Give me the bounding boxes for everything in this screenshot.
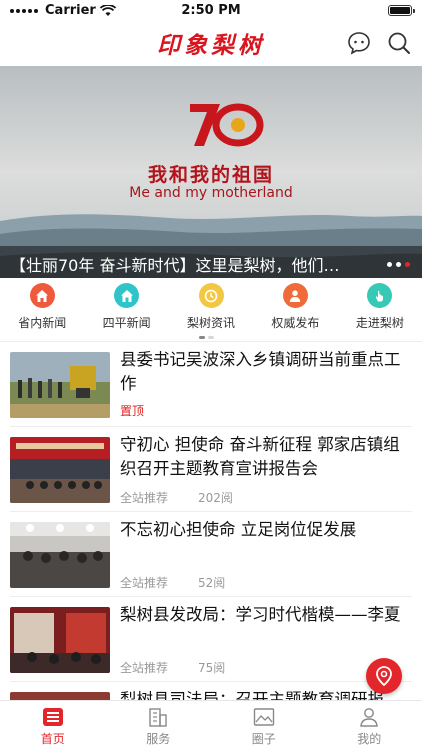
tab-home[interactable]: 首页 [0,701,106,750]
anniversary-emblem [190,103,264,147]
category-item-explore-lishu[interactable]: 走进梨树 [338,278,422,342]
banner-dot[interactable] [387,262,392,267]
recommend-tag: 全站推荐 [120,491,169,505]
news-title: 梨树县发改局：学习时代楷模——李夏 [120,605,401,624]
category-label: 四平新闻 [102,316,151,330]
view-count: 52阅 [198,576,226,590]
banner-caption[interactable]: 【壮丽70年 奋斗新时代】这里是梨树，他们… [10,252,365,276]
location-pin-icon [376,666,392,686]
location-button[interactable] [366,658,402,694]
banner-dots [387,262,410,267]
news-meta: 置顶 [120,402,144,419]
category-label: 省内新闻 [18,316,67,330]
tab-label: 我的 [357,732,382,746]
tab-label: 首页 [40,732,65,746]
category-item-lishu-info[interactable]: 梨树资讯 [169,278,253,342]
news-meta: 全站推荐 202阅 [120,489,233,506]
news-item[interactable]: 梨树县发改局：学习时代楷模——李夏 全站推荐 75阅 [0,597,422,682]
category-item-siping-news[interactable]: 四平新闻 [84,278,168,342]
category-nav: 省内新闻 四平新闻 梨树资讯 权威发布 走进梨树 [0,278,422,342]
news-meta: 全站推荐 75阅 [120,659,225,676]
person-icon [282,283,308,308]
view-count: 75阅 [198,661,226,675]
category-label: 权威发布 [271,316,320,330]
home-icon [29,283,55,308]
picture-icon [253,708,274,726]
tab-label: 服务 [146,732,171,746]
banner-dot[interactable] [396,262,401,267]
pinned-tag: 置顶 [120,404,145,418]
news-thumbnail [10,607,110,673]
news-meta: 全站推荐 52阅 [120,574,225,591]
news-item[interactable]: 县委书记吴波深入乡镇调研当前重点工作 置顶 [0,342,422,427]
tab-circle[interactable]: 圈子 [211,701,317,750]
chat-icon[interactable] [346,30,372,56]
recommend-tag: 全站推荐 [120,661,169,675]
home-list-icon [42,708,63,726]
category-page-indicator [199,336,214,339]
view-count: 202阅 [198,491,233,505]
news-title: 县委书记吴波深入乡镇调研当前重点工作 [120,350,401,393]
category-label: 梨树资讯 [187,316,236,330]
hand-icon [367,283,393,308]
bottom-tab-bar: 首页 服务 圈子 我的 [0,700,422,750]
news-item[interactable]: 不忘初心担使命 立足岗位促发展 全站推荐 52阅 [0,512,422,597]
news-thumbnail [10,352,110,418]
app-header: 印象梨树 [0,22,422,64]
app-screen: Carrier 2:50 PM 印象梨树 我和我的祖国 Me and my mo… [0,0,422,750]
banner-slogan-en: Me and my motherland [129,185,293,201]
tab-services[interactable]: 服务 [106,701,212,750]
news-title: 守初心 担使命 奋斗新征程 郭家店镇组织召开主题教育宣讲报告会 [120,435,400,478]
news-thumbnail [10,522,110,588]
category-item-official-release[interactable]: 权威发布 [253,278,337,342]
user-icon [360,708,379,727]
building-icon [149,708,167,727]
banner-slogan-cn: 我和我的祖国 [147,164,274,186]
status-bar: Carrier 2:50 PM [0,0,422,22]
news-item[interactable]: 守初心 担使命 奋斗新征程 郭家店镇组织召开主题教育宣讲报告会 全站推荐 202… [0,427,422,512]
recommend-tag: 全站推荐 [120,576,169,590]
battery-icon [388,5,415,16]
tab-me[interactable]: 我的 [317,701,422,750]
category-item-province-news[interactable]: 省内新闻 [0,278,84,342]
search-icon[interactable] [386,30,412,56]
banner-dot-active[interactable] [405,262,410,267]
house-icon [114,283,140,308]
news-thumbnail [10,437,110,503]
news-title: 不忘初心担使命 立足岗位促发展 [120,520,357,539]
clock-icon [198,283,224,308]
tab-label: 圈子 [251,732,276,746]
category-label: 走进梨树 [355,316,404,330]
status-time: 2:50 PM [181,3,241,18]
